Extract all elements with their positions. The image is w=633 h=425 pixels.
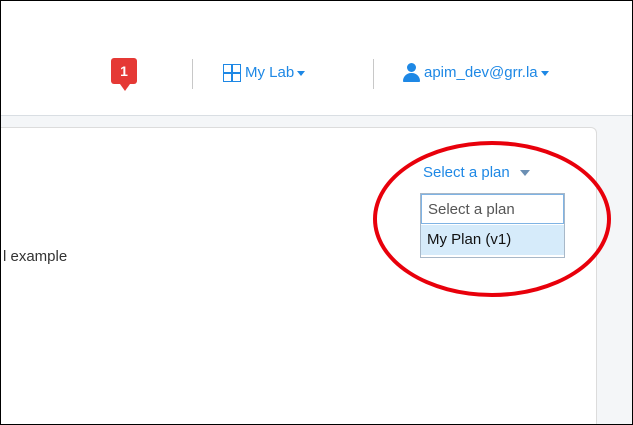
plan-option-my-plan[interactable]: My Plan (v1) (421, 225, 564, 255)
user-icon (401, 63, 421, 83)
user-menu[interactable]: apim_dev@grr.la (424, 59, 549, 87)
dashboard-grid-icon[interactable] (223, 64, 241, 82)
chevron-down-icon (297, 70, 306, 76)
header-divider (373, 59, 374, 89)
plan-dropdown-list: Select a plan My Plan (v1) (420, 193, 565, 258)
header-divider (192, 59, 193, 89)
my-lab-menu[interactable]: My Lab (245, 59, 306, 87)
chevron-down-icon (540, 70, 549, 76)
my-lab-label: My Lab (245, 64, 295, 81)
top-header: 1 My Lab apim_dev@grr.la (1, 1, 632, 116)
user-label: apim_dev@grr.la (424, 64, 538, 81)
partial-description-text: l example (3, 248, 68, 265)
app-frame: 1 My Lab apim_dev@grr.la l example Selec… (0, 0, 633, 425)
notification-badge[interactable]: 1 (111, 58, 137, 91)
plan-select-label: Select a plan (423, 164, 510, 181)
chevron-down-icon (519, 170, 530, 177)
plan-option-placeholder[interactable]: Select a plan (421, 194, 564, 224)
plan-select-toggle[interactable]: Select a plan (423, 164, 530, 181)
